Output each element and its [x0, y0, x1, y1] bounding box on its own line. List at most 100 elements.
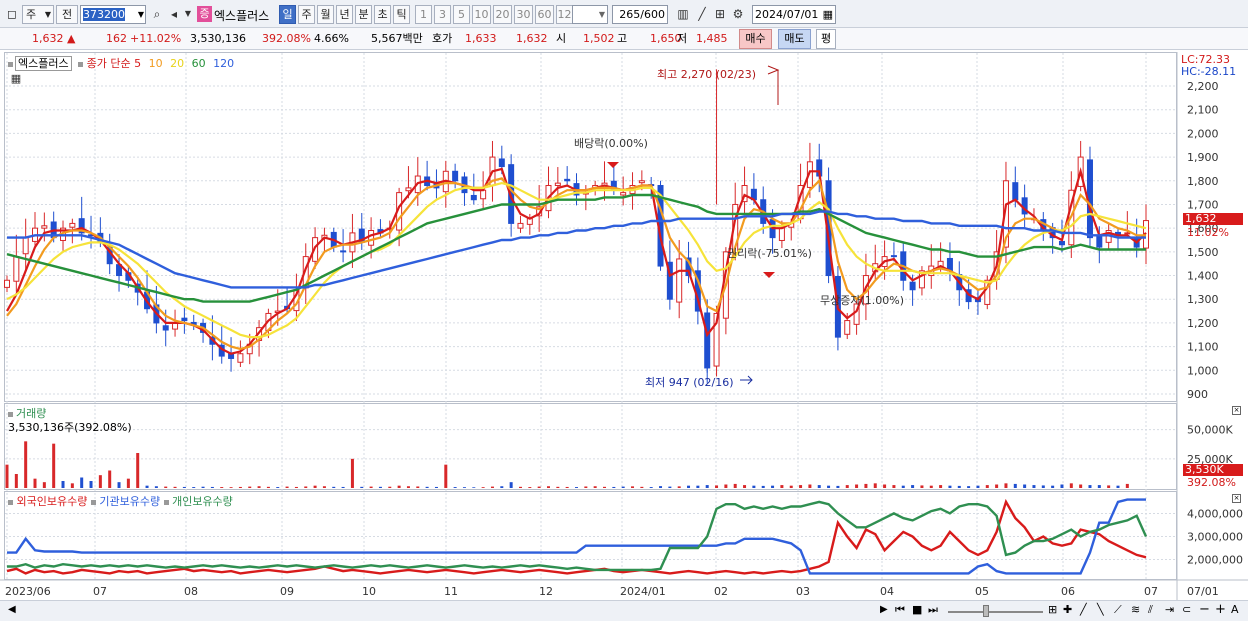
volume-bar [761, 485, 765, 488]
crosshair-icon[interactable]: ✚ [1063, 603, 1072, 616]
volume-bar [873, 483, 877, 488]
price-axis-label: 1,900 [1187, 151, 1219, 164]
volume-bar [537, 486, 541, 488]
zoom-out-icon[interactable]: − [1199, 602, 1210, 617]
volume-bar [593, 486, 597, 488]
volume-bar [1051, 485, 1055, 488]
hc-label: HC:-28.11 [1181, 65, 1237, 78]
volume-bar [808, 484, 812, 488]
volume-bar [1097, 485, 1101, 488]
pane-close-icon[interactable]: × [1232, 406, 1241, 415]
low-arrow-icon [740, 375, 753, 385]
holding-axis-label: 3,000,000 [1187, 531, 1243, 544]
volume-bar [752, 485, 756, 488]
volume-bar [388, 486, 392, 488]
volume-bar [1032, 485, 1036, 488]
volume-bar [1107, 485, 1111, 488]
zoom-slider-track[interactable] [948, 611, 1043, 613]
candle-body [554, 182, 561, 187]
volume-bar [1088, 485, 1092, 488]
price-axis-label: 2,000 [1187, 127, 1219, 140]
candle-body [181, 317, 188, 322]
volume-value-text: 3,530,136주(392.08%) [8, 421, 132, 434]
chart-canvas[interactable]: 9001,0001,1001,2001,3001,4001,5001,6001,… [0, 0, 1248, 621]
candle-body [676, 258, 683, 303]
volume-bar [1060, 484, 1064, 488]
volume-bar [640, 486, 644, 488]
volume-bar [780, 485, 784, 488]
volume-bar [98, 475, 102, 488]
calculator-icon[interactable]: ▦ [8, 71, 24, 87]
individual-label: 개인보유수량 [172, 495, 233, 508]
volume-bar [416, 486, 420, 488]
candle-body [1058, 240, 1065, 246]
volume-bar [855, 484, 859, 488]
volume-bar [509, 482, 513, 488]
text-tool-icon[interactable]: A [1231, 603, 1239, 616]
ma120-label: 120 [213, 57, 235, 70]
volume-bar [444, 464, 448, 488]
volume-bar [864, 483, 868, 488]
institution-label: 기관보유수량 [99, 495, 161, 508]
price-axis-label: 1,000 [1187, 364, 1219, 377]
zoom-in-icon[interactable]: + [1215, 602, 1226, 617]
draw-ray-icon[interactable]: ⟋ [1114, 603, 1122, 617]
volume-bar [1125, 483, 1129, 488]
volume-bar [967, 486, 971, 488]
stop-icon[interactable]: ■ [912, 603, 922, 616]
volume-bar [995, 484, 999, 488]
candle-body [41, 225, 48, 229]
price-axis-label: 2,100 [1187, 104, 1219, 117]
x-axis-label: 11 [444, 585, 458, 598]
volume-bar [659, 486, 663, 488]
ma-line-60 [6, 193, 1146, 303]
volume-bar [546, 486, 550, 488]
draw-fib-icon[interactable]: ≋ [1131, 603, 1140, 616]
last-page-icon[interactable]: ⏭ [928, 603, 938, 617]
volume-bar [5, 464, 9, 488]
volume-bar [1023, 484, 1027, 488]
volume-bar [705, 485, 709, 488]
legend-bullet-icon [78, 62, 84, 67]
volume-bar [1079, 484, 1083, 488]
volume-bar [378, 486, 382, 488]
x-axis-label: 08 [184, 585, 198, 598]
draw-trend-icon[interactable]: ╲ [1097, 603, 1104, 616]
volume-bar [789, 485, 793, 488]
stock-name-tag: 엑스플러스 [15, 56, 72, 71]
volume-bar [518, 486, 522, 488]
pane-close-icon[interactable]: × [1232, 494, 1241, 503]
draw-channel-icon[interactable]: ⫽ [1148, 603, 1153, 617]
volume-bar [164, 486, 168, 488]
volume-bar [266, 486, 270, 488]
volume-bar [771, 485, 775, 488]
zoom-slider-handle[interactable] [983, 605, 989, 617]
volume-bar [229, 487, 233, 488]
ma-line-20 [6, 181, 1147, 339]
volume-bar [14, 474, 18, 488]
volume-bar [528, 487, 532, 488]
scroll-right-icon[interactable]: ▶ [880, 604, 888, 615]
x-axis-label: 07 [93, 585, 107, 598]
grid-icon[interactable]: ⊞ [1048, 603, 1057, 616]
candle-body [638, 180, 645, 184]
bonus-annotation: 무상증자(1.00%) [820, 294, 905, 307]
first-page-icon[interactable]: ⏮ [895, 603, 905, 617]
draw-line-icon[interactable]: ╱ [1080, 603, 1087, 616]
volume-bar [575, 487, 578, 488]
x-axis-label: 10 [362, 585, 376, 598]
x-axis-label: 04 [880, 585, 894, 598]
price-axis-label: 1,200 [1187, 317, 1219, 330]
magnet-icon[interactable]: ⊂ [1182, 603, 1191, 616]
price-legend: 엑스플러스 종가 단순 5 10 20 60 120 [8, 55, 234, 71]
scroll-end-icon[interactable]: ⇥ [1165, 603, 1174, 616]
volume-bar [733, 483, 737, 488]
candle-body [340, 250, 347, 253]
legend-bullet-icon [8, 62, 13, 67]
volume-bar [472, 487, 476, 488]
bottom-scrollbar[interactable]: ◀ ▶ ⏮ ■ ⏭ ⊞ ✚ ╱ ╲ ⟋ ≋ ⫽ ⇥ ⊂ − + A [0, 600, 1248, 621]
volume-bar [715, 485, 719, 488]
volume-bar [565, 486, 569, 488]
candle-body [844, 320, 851, 335]
scroll-left-icon[interactable]: ◀ [8, 604, 16, 615]
